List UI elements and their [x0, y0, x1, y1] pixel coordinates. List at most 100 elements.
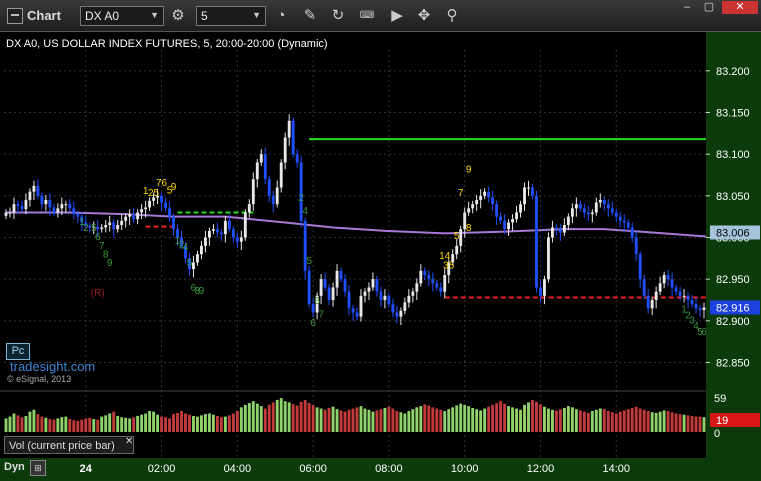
volume-bar [527, 402, 530, 432]
volume-bar [172, 414, 175, 432]
volume-bar [239, 407, 243, 432]
candle-body [215, 229, 219, 233]
volume-bar [642, 409, 646, 432]
volume-bar [88, 417, 92, 432]
volume-bar [24, 415, 28, 432]
candle-body [327, 287, 331, 300]
candle-body [626, 222, 630, 228]
volume-bar [646, 411, 650, 432]
candle-body [610, 208, 614, 213]
volume-bar [32, 409, 36, 432]
volume-bar [566, 406, 570, 432]
chevron-down-icon[interactable]: ▼ [150, 10, 159, 20]
candle-body [690, 300, 694, 305]
candle-body [427, 275, 431, 280]
setup-count-label: 5 [306, 256, 312, 267]
candle-body [168, 208, 171, 217]
candle-body [602, 200, 606, 205]
watermark: tradesight.com [10, 359, 96, 374]
candle-body [435, 283, 439, 288]
price-tick-label: 83.100 [716, 149, 750, 161]
candle-body [375, 279, 379, 292]
setup-count-label: 5 [187, 258, 193, 269]
setup-count-label: 6 [314, 296, 320, 307]
pencil-draw-icon[interactable]: ✎ [300, 6, 320, 26]
candle-body [347, 291, 351, 309]
price-tick-label: 82.900 [716, 316, 750, 328]
volume-bar [515, 408, 518, 432]
candle-body [172, 216, 175, 230]
settings-gear-icon[interactable]: ⚙ [168, 6, 188, 26]
volume-bar [299, 401, 303, 432]
candle-body [243, 212, 247, 238]
candle-body [618, 216, 622, 221]
chart-panel[interactable]: 76 951 259785143512 56789(R)124568924567612… [0, 32, 761, 481]
volume-bar [618, 411, 622, 432]
candle-body [395, 312, 399, 317]
setup-count-label: 7 [458, 188, 464, 199]
history-clock-icon[interactable]: ◔ [271, 6, 291, 26]
volume-bar [104, 415, 108, 432]
volume-bar [698, 416, 702, 432]
minimize-button[interactable]: – [677, 1, 697, 14]
volume-bar [124, 417, 128, 432]
symbol-value: DX A0 [85, 9, 120, 23]
candle-body [455, 245, 459, 255]
volume-bar [247, 403, 251, 432]
fit-icon[interactable]: ⊞ [30, 460, 46, 476]
candle-body [383, 295, 387, 300]
volume-study-label[interactable]: Vol (current price bar) [4, 436, 134, 454]
pc-button[interactable]: Pc [6, 343, 30, 360]
candle-body [483, 191, 487, 196]
candle-body [443, 275, 447, 292]
volume-bar [355, 407, 359, 432]
volume-bar [391, 408, 395, 432]
candle-body [391, 304, 395, 313]
candle-body [646, 295, 650, 309]
chevron-down-icon[interactable]: ▼ [252, 10, 261, 20]
play-icon[interactable]: ▶ [387, 6, 407, 26]
candle-body [511, 219, 514, 223]
volume-bar [614, 413, 618, 432]
candle-body [638, 254, 642, 280]
candle-body [387, 295, 391, 305]
chart-app-icon [7, 8, 23, 24]
setup-count-label: 25 [148, 188, 160, 199]
candle-body [606, 204, 610, 209]
volume-bar [160, 416, 163, 432]
volume-bar [670, 412, 674, 432]
candle-body [419, 270, 423, 284]
close-icon[interactable]: ✕ [125, 436, 133, 447]
candle-body [558, 229, 562, 233]
keyboard-icon[interactable]: ⌨ [357, 6, 377, 26]
candle-body [291, 120, 295, 155]
volume-bar [148, 411, 152, 432]
candle-body [255, 162, 259, 180]
candle-body [235, 237, 239, 242]
candle-body [379, 291, 383, 300]
close-button[interactable]: ✕ [722, 1, 758, 14]
candle-body [407, 295, 411, 303]
volume-bar [562, 407, 566, 432]
volume-bar [622, 410, 626, 432]
price-label: 82.916 [716, 303, 750, 315]
interval-combo[interactable]: 5 ▼ [196, 6, 266, 26]
candle-body [503, 220, 507, 230]
setup-count-label: 7 [318, 310, 324, 321]
move-tool-icon[interactable]: ✥ [414, 6, 434, 26]
link-tool-icon[interactable]: ⚲ [442, 6, 462, 26]
candle-body [431, 279, 435, 284]
volume-bar [435, 408, 439, 432]
setup-count-label: 35 [443, 260, 455, 271]
symbol-combo[interactable]: DX A0 ▼ [80, 6, 164, 26]
volume-bar [694, 416, 698, 432]
volume-bar [602, 409, 606, 432]
candle-body [598, 200, 602, 203]
time-tick-label: 04:00 [224, 463, 252, 475]
volume-bar [531, 399, 534, 432]
volume-bar [243, 404, 247, 432]
volume-bar [343, 411, 347, 432]
refresh-icon[interactable]: ↻ [328, 6, 348, 26]
maximize-button[interactable]: ▢ [699, 1, 719, 14]
candle-body [554, 227, 558, 230]
